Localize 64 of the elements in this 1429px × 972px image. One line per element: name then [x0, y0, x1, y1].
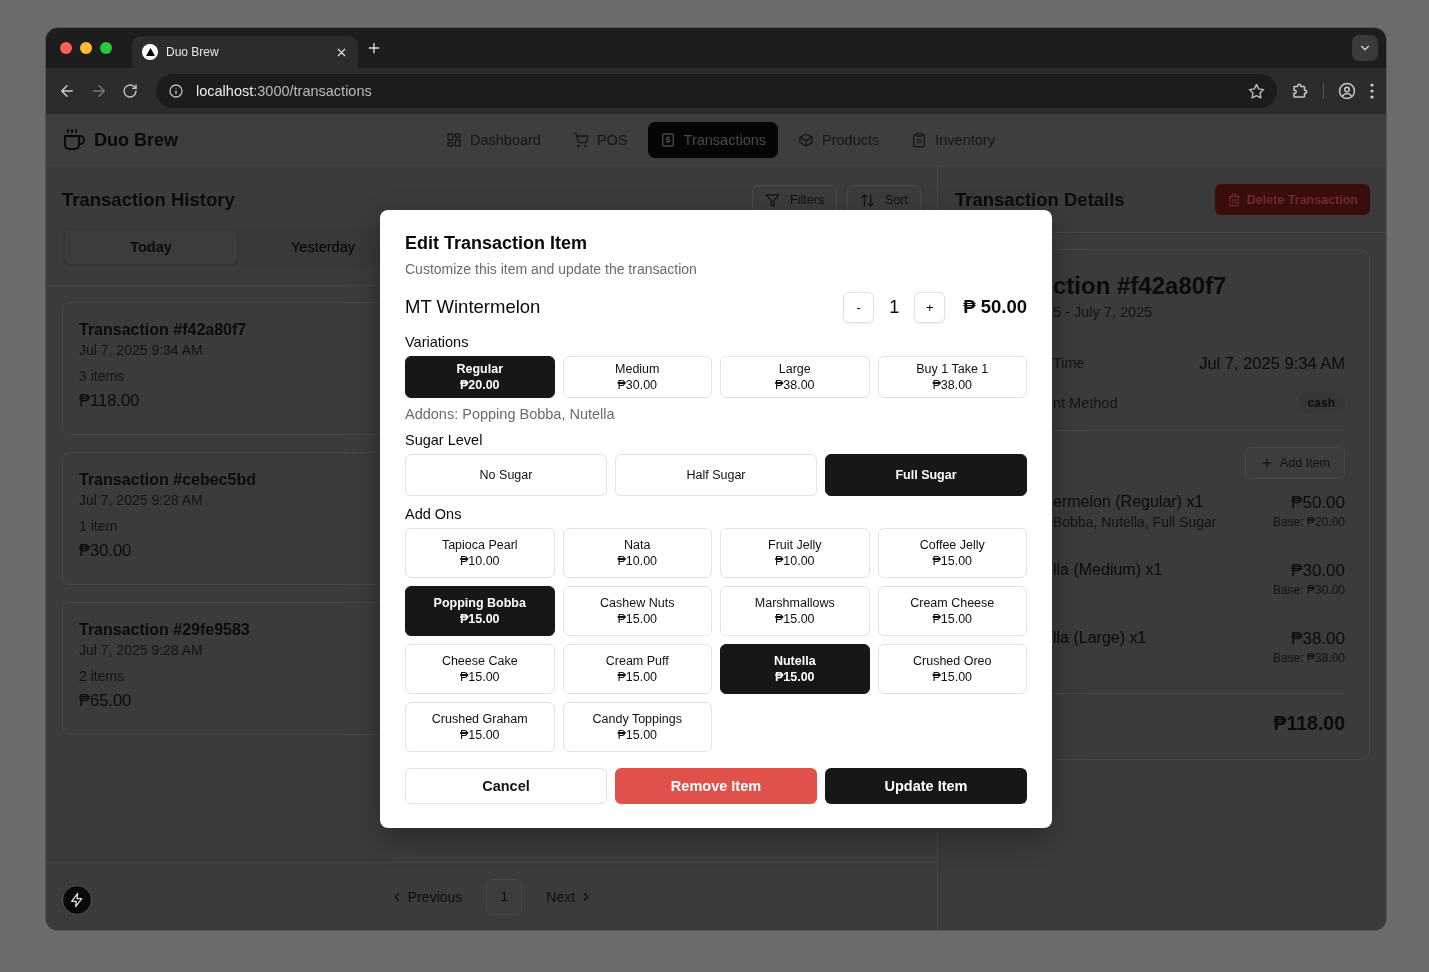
remove-item-button[interactable]: Remove Item	[615, 768, 817, 804]
dialog-title: Edit Transaction Item	[405, 233, 589, 254]
tab-title: Duo Brew	[166, 45, 220, 59]
grid-icon	[446, 132, 462, 148]
addon-option[interactable]: Crushed Oreo ₱15.00	[877, 644, 1027, 694]
section-label: Add Ons	[405, 506, 463, 522]
addon-option[interactable]: Coffee Jelly ₱15.00	[877, 528, 1027, 578]
addon-option[interactable]: Cheese Cake ₱15.00	[405, 644, 555, 694]
item-price: ₱ 50.00	[963, 296, 1027, 318]
sugar-option[interactable]: Half Sugar	[615, 454, 817, 496]
url-text: localhost:3000/transactions	[196, 83, 373, 99]
dev-tools-button[interactable]	[62, 885, 92, 915]
addon-option[interactable]: Popping Bobba ₱15.00	[405, 586, 555, 636]
forward-icon[interactable]	[90, 82, 108, 100]
puzzle-icon[interactable]	[1291, 82, 1309, 100]
cancel-button[interactable]: Cancel	[405, 768, 607, 804]
addon-option[interactable]: Tapioca Pearl ₱10.00	[405, 528, 555, 578]
addon-option[interactable]: Marshmallows ₱15.00	[720, 586, 870, 636]
addon-option[interactable]: Cashew Nuts ₱15.00	[562, 586, 712, 636]
lightning-icon	[69, 892, 85, 908]
quantity-value: 1	[888, 296, 901, 318]
increase-button[interactable]: +	[914, 291, 946, 323]
browser-tab[interactable]: Duo Brew	[132, 36, 358, 68]
variation-option[interactable]: Large ₱38.00	[720, 356, 870, 398]
addons-summary: Addons: Popping Bobba, Nutella	[405, 406, 616, 422]
box-icon	[798, 132, 815, 148]
reload-icon[interactable]	[122, 83, 138, 99]
back-icon[interactable]	[58, 82, 76, 100]
menu-icon[interactable]	[1370, 83, 1374, 99]
addon-option[interactable]: Fruit Jelly ₱10.00	[720, 528, 870, 578]
plus-icon	[1259, 456, 1274, 470]
addon-option[interactable]: Candy Toppings ₱15.00	[562, 702, 712, 752]
address-bar[interactable]: localhost:3000/transactions	[156, 74, 1277, 108]
sugar-option[interactable]: Full Sugar	[825, 454, 1027, 496]
addon-option[interactable]: Crushed Graham ₱15.00	[405, 702, 555, 752]
addon-option[interactable]: Nutella ₱15.00	[720, 644, 870, 694]
sort-icon	[860, 192, 876, 208]
addon-option[interactable]: Cream Puff ₱15.00	[562, 644, 712, 694]
tab-list-button[interactable]	[1352, 35, 1378, 61]
minimize-window-button[interactable]	[80, 42, 92, 54]
update-item-button[interactable]: Update Item	[825, 768, 1027, 804]
product-name: MT Wintermelon	[405, 296, 542, 318]
section-label: Sugar Level	[405, 432, 484, 448]
zoom-window-button[interactable]	[100, 42, 112, 54]
variation-option[interactable]: Regular ₱20.00	[405, 356, 555, 398]
trash-icon	[1226, 192, 1241, 207]
new-tab-icon[interactable]	[366, 40, 382, 56]
decrease-button[interactable]: -	[843, 291, 875, 323]
clipboard-icon	[911, 132, 928, 148]
sugar-option[interactable]: No Sugar	[405, 454, 607, 496]
receipt-icon	[659, 132, 676, 148]
close-window-button[interactable]	[60, 42, 72, 54]
addon-option[interactable]: Nata ₱10.00	[562, 528, 712, 578]
funnel-icon	[765, 192, 781, 208]
section-label: Variations	[405, 334, 470, 350]
star-icon[interactable]	[1248, 82, 1265, 100]
variation-option[interactable]: Buy 1 Take 1 ₱38.00	[877, 356, 1027, 398]
cup-icon	[62, 128, 86, 152]
profile-icon[interactable]	[1338, 82, 1356, 100]
addon-option[interactable]: Cream Cheese ₱15.00	[877, 586, 1027, 636]
variation-option[interactable]: Medium ₱30.00	[562, 356, 712, 398]
cart-icon	[572, 132, 589, 148]
info-icon[interactable]	[168, 83, 184, 99]
dialog-subtitle: Customize this item and update the transaction	[405, 261, 698, 277]
